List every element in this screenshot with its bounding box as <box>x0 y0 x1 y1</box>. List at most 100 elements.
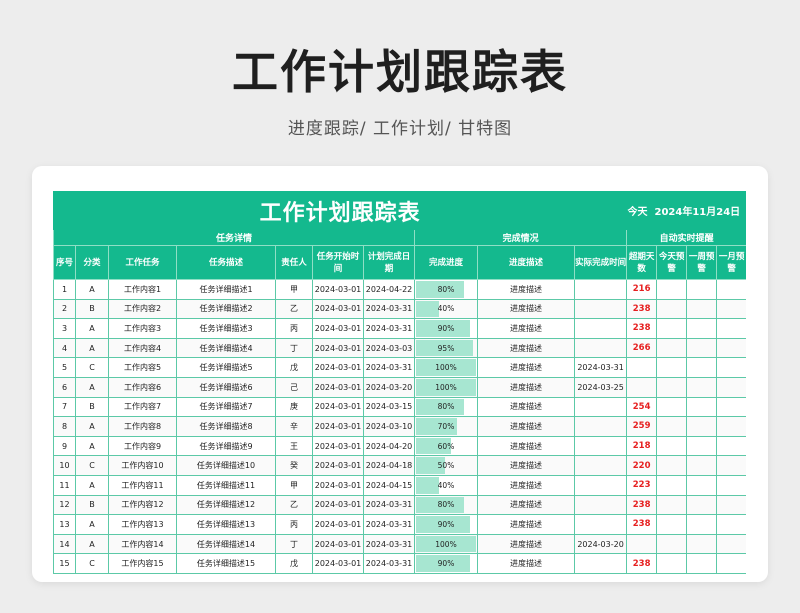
row-no[interactable]: 15 <box>53 553 76 574</box>
row-category[interactable]: B <box>75 494 109 516</box>
row-task[interactable]: 工作内容14 <box>108 533 177 555</box>
row-today-alert[interactable] <box>656 416 688 437</box>
row-owner[interactable]: 乙 <box>275 494 313 516</box>
row-desc[interactable]: 任务详细描述4 <box>176 337 276 359</box>
row-start[interactable]: 2024-03-01 <box>312 376 364 398</box>
row-desc[interactable]: 任务详细描述7 <box>176 396 276 418</box>
row-month-alert[interactable] <box>716 298 746 320</box>
row-owner[interactable]: 丙 <box>275 318 313 339</box>
row-actual-end[interactable] <box>573 337 628 359</box>
row-plan-end[interactable]: 2024-03-20 <box>363 376 415 398</box>
row-start[interactable]: 2024-03-01 <box>312 474 364 496</box>
row-month-alert[interactable] <box>716 533 746 555</box>
row-task[interactable]: 工作内容2 <box>108 298 177 320</box>
row-today-alert[interactable] <box>656 298 688 320</box>
row-task[interactable]: 工作内容10 <box>108 455 177 476</box>
row-overdue[interactable]: 238 <box>626 494 658 516</box>
row-desc[interactable]: 任务详细描述14 <box>176 533 276 555</box>
row-start[interactable]: 2024-03-01 <box>312 416 364 437</box>
row-start[interactable]: 2024-03-01 <box>312 318 364 339</box>
row-month-alert[interactable] <box>716 553 746 574</box>
row-no[interactable]: 9 <box>53 435 76 457</box>
row-today-alert[interactable] <box>656 514 688 535</box>
row-overdue[interactable]: 266 <box>626 337 658 359</box>
row-start[interactable]: 2024-03-01 <box>312 357 364 378</box>
row-no[interactable]: 12 <box>53 494 76 516</box>
row-start[interactable]: 2024-03-01 <box>312 396 364 418</box>
row-month-alert[interactable] <box>716 396 746 418</box>
row-task[interactable]: 工作内容9 <box>108 435 177 457</box>
row-desc[interactable]: 任务详细描述10 <box>176 455 276 476</box>
row-actual-end[interactable] <box>573 396 628 418</box>
row-overdue[interactable]: 238 <box>626 298 658 320</box>
row-progress[interactable]: 40% <box>414 298 478 320</box>
row-plan-end[interactable]: 2024-03-31 <box>363 494 415 516</box>
row-week-alert[interactable] <box>686 455 718 476</box>
row-task[interactable]: 工作内容5 <box>108 357 177 378</box>
row-overdue[interactable]: 254 <box>626 396 658 418</box>
row-actual-end[interactable] <box>573 416 628 437</box>
row-desc[interactable]: 任务详细描述2 <box>176 298 276 320</box>
row-week-alert[interactable] <box>686 514 718 535</box>
row-task[interactable]: 工作内容1 <box>108 279 177 300</box>
row-week-alert[interactable] <box>686 435 718 457</box>
row-today-alert[interactable] <box>656 435 688 457</box>
row-overdue[interactable]: 218 <box>626 435 658 457</box>
row-today-alert[interactable] <box>656 318 688 339</box>
row-category[interactable]: A <box>75 416 109 437</box>
row-task[interactable]: 工作内容8 <box>108 416 177 437</box>
row-desc[interactable]: 任务详细描述12 <box>176 494 276 516</box>
row-owner[interactable]: 甲 <box>275 279 313 300</box>
row-month-alert[interactable] <box>716 337 746 359</box>
row-month-alert[interactable] <box>716 474 746 496</box>
row-actual-end[interactable] <box>573 318 628 339</box>
row-actual-end[interactable]: 2024-03-20 <box>573 533 628 555</box>
row-today-alert[interactable] <box>656 279 688 300</box>
row-start[interactable]: 2024-03-01 <box>312 533 364 555</box>
row-overdue[interactable]: 238 <box>626 553 658 574</box>
row-overdue[interactable] <box>626 376 658 398</box>
row-month-alert[interactable] <box>716 416 746 437</box>
row-start[interactable]: 2024-03-01 <box>312 494 364 516</box>
row-overdue[interactable]: 220 <box>626 455 658 476</box>
row-week-alert[interactable] <box>686 279 718 300</box>
row-today-alert[interactable] <box>656 376 688 398</box>
row-actual-end[interactable] <box>573 553 628 574</box>
row-task[interactable]: 工作内容6 <box>108 376 177 398</box>
row-progress-desc[interactable]: 进度描述 <box>477 514 575 535</box>
row-progress[interactable]: 90% <box>414 553 478 574</box>
row-category[interactable]: A <box>75 376 109 398</box>
row-no[interactable]: 2 <box>53 298 76 320</box>
row-task[interactable]: 工作内容7 <box>108 396 177 418</box>
row-week-alert[interactable] <box>686 318 718 339</box>
row-month-alert[interactable] <box>716 494 746 516</box>
row-progress-desc[interactable]: 进度描述 <box>477 298 575 320</box>
row-week-alert[interactable] <box>686 396 718 418</box>
row-progress-desc[interactable]: 进度描述 <box>477 533 575 555</box>
row-start[interactable]: 2024-03-01 <box>312 298 364 320</box>
row-progress[interactable]: 40% <box>414 474 478 496</box>
row-progress[interactable]: 90% <box>414 514 478 535</box>
row-task[interactable]: 工作内容4 <box>108 337 177 359</box>
row-task[interactable]: 工作内容12 <box>108 494 177 516</box>
row-owner[interactable]: 辛 <box>275 416 313 437</box>
row-category[interactable]: A <box>75 435 109 457</box>
row-category[interactable]: A <box>75 533 109 555</box>
row-owner[interactable]: 王 <box>275 435 313 457</box>
row-progress-desc[interactable]: 进度描述 <box>477 416 575 437</box>
row-no[interactable]: 11 <box>53 474 76 496</box>
row-month-alert[interactable] <box>716 376 746 398</box>
row-progress[interactable]: 60% <box>414 435 478 457</box>
row-category[interactable]: B <box>75 298 109 320</box>
row-desc[interactable]: 任务详细描述5 <box>176 357 276 378</box>
row-start[interactable]: 2024-03-01 <box>312 553 364 574</box>
row-actual-end[interactable] <box>573 435 628 457</box>
row-category[interactable]: A <box>75 318 109 339</box>
row-week-alert[interactable] <box>686 298 718 320</box>
row-progress[interactable]: 90% <box>414 318 478 339</box>
row-week-alert[interactable] <box>686 533 718 555</box>
row-progress[interactable]: 50% <box>414 455 478 476</box>
row-month-alert[interactable] <box>716 514 746 535</box>
row-category[interactable]: A <box>75 337 109 359</box>
row-month-alert[interactable] <box>716 318 746 339</box>
